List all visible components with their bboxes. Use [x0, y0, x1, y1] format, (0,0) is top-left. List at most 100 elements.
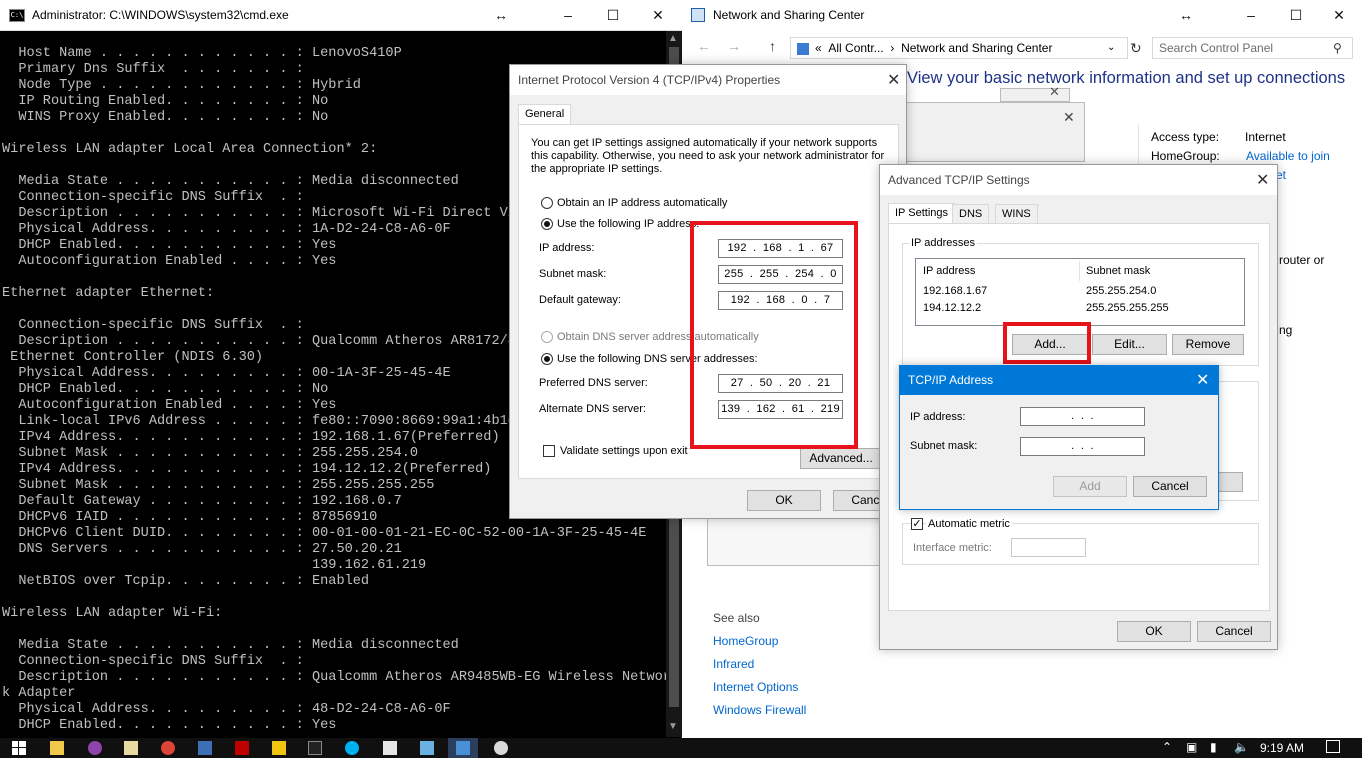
search-input[interactable]: Search Control Panel ⚲	[1152, 37, 1353, 59]
partial-text-ng: ng	[1279, 323, 1293, 337]
chevron-down-icon[interactable]: ⌄	[1107, 38, 1115, 58]
tray-network-icon[interactable]: ▣	[1186, 740, 1197, 754]
highlight-box-add	[1003, 322, 1091, 364]
cmd-line: k Adapter	[2, 686, 76, 701]
tcpip-address-titlebar[interactable]: TCP/IP Address ✕	[900, 366, 1218, 395]
column-header-ip[interactable]: IP address	[923, 265, 975, 277]
advanced-button[interactable]: Advanced...	[800, 448, 882, 469]
see-also-windows-firewall[interactable]: Windows Firewall	[713, 703, 806, 717]
advanced-titlebar[interactable]: Advanced TCP/IP Settings ✕	[880, 165, 1277, 195]
tray-chevron-up-icon[interactable]: ⌃	[1162, 740, 1172, 754]
refresh-icon[interactable]: ↻	[1130, 40, 1142, 57]
address-bar[interactable]: « All Contr... › Network and Sharing Cen…	[790, 37, 1128, 59]
close-icon[interactable]: ✕	[1256, 170, 1269, 190]
app-icon[interactable]	[494, 741, 508, 755]
preferred-dns-label: Preferred DNS server:	[539, 377, 648, 389]
taskbar-clock[interactable]: 9:19 AM	[1260, 741, 1304, 755]
ipv4-ok-button[interactable]: OK	[747, 490, 821, 511]
see-also-internet-options[interactable]: Internet Options	[713, 680, 798, 694]
tab-wins[interactable]: WINS	[995, 204, 1038, 224]
ghost-close-icon: ✕	[1049, 84, 1060, 99]
network-tool-icon[interactable]	[198, 741, 212, 755]
automatic-metric-checkbox[interactable]: ✓	[911, 518, 923, 530]
cmd-taskbar-icon[interactable]	[308, 741, 322, 755]
cmd-line: 139.162.61.219	[2, 558, 427, 573]
action-center-icon[interactable]	[1326, 740, 1340, 753]
close-icon[interactable]: ✕	[1196, 370, 1209, 390]
search-icon[interactable]: ⚲	[1333, 38, 1342, 58]
active-taskbar-item[interactable]	[448, 738, 478, 758]
ip-address-label: IP address:	[539, 242, 595, 254]
resize-arrows-icon[interactable]: ↔	[478, 0, 524, 30]
nsc-minimize-button[interactable]: –	[1228, 0, 1274, 30]
breadcrumb-all-control[interactable]: All Contr...	[828, 41, 883, 55]
radio-auto-dns[interactable]	[541, 331, 553, 343]
tab-general[interactable]: General	[518, 104, 572, 124]
taskbar: ⌃ ▣ ▮ 🔈 9:19 AM	[0, 738, 1362, 758]
nsc-close-button[interactable]: ✕	[1316, 0, 1362, 30]
close-icon[interactable]: ✕	[887, 70, 900, 90]
app-icon[interactable]	[272, 741, 286, 755]
tcpip-cancel-button[interactable]: Cancel	[1133, 476, 1207, 497]
homegroup-link[interactable]: Available to join	[1246, 149, 1330, 163]
file-explorer-icon[interactable]	[50, 741, 64, 755]
validate-checkbox[interactable]	[543, 445, 555, 457]
radio-manual-dns[interactable]	[541, 353, 553, 365]
forward-arrow-icon[interactable]: →	[727, 38, 741, 54]
network-app-icon	[691, 8, 705, 22]
homegroup-label: HomeGroup:	[1151, 149, 1220, 163]
table-row[interactable]: 194.12.12.2 255.255.255.255	[916, 299, 1244, 316]
access-type-label: Access type:	[1151, 130, 1220, 144]
cmd-close-button[interactable]: ✕	[635, 0, 681, 30]
nsc-maximize-button[interactable]: ☐	[1273, 0, 1319, 30]
edit-ip-button[interactable]: Edit...	[1092, 334, 1167, 355]
cmd-titlebar[interactable]: C:\ Administrator: C:\WINDOWS\system32\c…	[0, 0, 682, 31]
advanced-cancel-button[interactable]: Cancel	[1197, 621, 1271, 642]
breadcrumb-network-sharing[interactable]: Network and Sharing Center	[901, 41, 1052, 55]
app-icon[interactable]	[88, 741, 102, 755]
skype-icon[interactable]	[345, 741, 359, 755]
cmd-minimize-button[interactable]: –	[545, 0, 591, 30]
notepad-icon[interactable]	[124, 741, 138, 755]
tcpip-ip-field[interactable]: . . .	[1020, 407, 1145, 426]
tab-dns[interactable]: DNS	[952, 204, 990, 224]
scroll-up-icon[interactable]: ▲	[668, 33, 678, 44]
interface-metric-field[interactable]	[1011, 538, 1086, 557]
tcpip-address-title: TCP/IP Address	[908, 373, 994, 387]
advanced-ok-button[interactable]: OK	[1117, 621, 1191, 642]
row-ip: 192.168.1.67	[923, 285, 988, 297]
tcpip-ip-label: IP address:	[910, 411, 966, 423]
ghost-dialog-2: ✕	[880, 102, 1085, 162]
back-arrow-icon[interactable]: ←	[697, 38, 711, 54]
tcpip-add-button[interactable]: Add	[1053, 476, 1127, 497]
up-arrow-icon[interactable]: ↑	[769, 38, 776, 54]
ip-addresses-list[interactable]: IP address Subnet mask 192.168.1.67 255.…	[915, 258, 1245, 326]
windows-start-icon[interactable]	[12, 741, 26, 755]
app-icon[interactable]	[383, 741, 397, 755]
tray-battery-icon[interactable]: ▮	[1210, 740, 1217, 754]
radio-auto-ip[interactable]	[541, 197, 553, 209]
cmd-maximize-button[interactable]: ☐	[590, 0, 636, 30]
breadcrumb-prefix[interactable]: «	[815, 41, 822, 55]
see-also-infrared[interactable]: Infrared	[713, 657, 754, 671]
scroll-down-icon[interactable]: ▼	[668, 721, 678, 732]
table-row[interactable]: 192.168.1.67 255.255.254.0	[916, 282, 1244, 299]
resize-arrows-icon[interactable]: ↔	[1163, 0, 1209, 30]
tcpip-subnet-field[interactable]: . . .	[1020, 437, 1145, 456]
tray-volume-icon[interactable]: 🔈	[1234, 740, 1249, 754]
ipv4-titlebar[interactable]: Internet Protocol Version 4 (TCP/IPv4) P…	[510, 65, 906, 95]
cmd-line: Host Name . . . . . . . . . . . . : Leno…	[2, 46, 402, 61]
radio-manual-ip[interactable]	[541, 218, 553, 230]
see-also-homegroup[interactable]: HomeGroup	[713, 634, 778, 648]
nsc-titlebar[interactable]: Network and Sharing Center ↔ – ☐ ✕	[683, 0, 1362, 31]
filezilla-icon[interactable]	[235, 741, 249, 755]
app-icon[interactable]	[420, 741, 434, 755]
remove-ip-button[interactable]: Remove	[1172, 334, 1244, 355]
alternate-dns-label: Alternate DNS server:	[539, 403, 646, 415]
intro-text: You can get IP settings assigned automat…	[531, 137, 885, 175]
network-taskbar-icon[interactable]	[456, 741, 470, 755]
tab-ip-settings[interactable]: IP Settings	[888, 203, 955, 223]
cmd-line: Media State . . . . . . . . . . . : Medi…	[2, 638, 459, 653]
chrome-icon[interactable]	[161, 741, 175, 755]
column-header-subnet[interactable]: Subnet mask	[1086, 265, 1150, 277]
